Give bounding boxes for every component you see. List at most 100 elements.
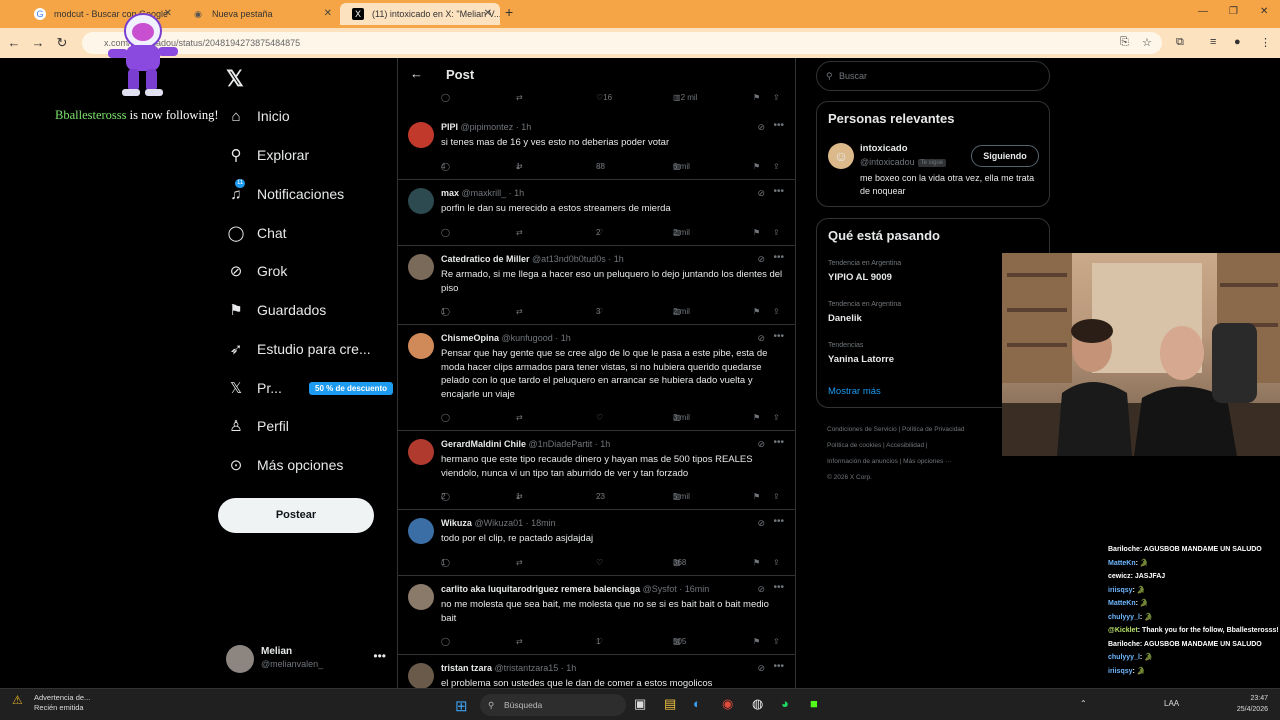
share-icon[interactable]: ⇪ xyxy=(773,93,780,102)
back-arrow-icon[interactable]: ← xyxy=(410,66,423,81)
avatar[interactable] xyxy=(408,188,434,214)
install-icon[interactable]: ⎘ xyxy=(1120,36,1129,49)
reply-icon[interactable]: ◯ xyxy=(441,93,450,102)
more-dots-icon[interactable]: ••• xyxy=(773,516,784,527)
author-name[interactable]: max xyxy=(441,188,459,198)
chat-username[interactable]: iriisqsy xyxy=(1108,587,1133,594)
grok-icon[interactable]: ⊘ xyxy=(757,663,765,674)
nav-explore[interactable]: ⚲ Explorar xyxy=(226,140,310,170)
bookmark-icon[interactable]: ⚑ xyxy=(753,558,760,567)
chrome-icon[interactable]: ◉ xyxy=(722,696,733,712)
footer-line[interactable]: Política de cookies | Accesibilidad | xyxy=(827,438,1007,454)
grok-icon[interactable]: ⊘ xyxy=(757,188,765,199)
chat-username[interactable]: iriisqsy xyxy=(1108,668,1133,675)
show-more-link[interactable]: Mostrar más xyxy=(828,386,881,397)
avatar[interactable] xyxy=(408,254,434,280)
grok-icon[interactable]: ⊘ xyxy=(757,518,765,529)
retweet-icon[interactable]: ⇄ xyxy=(516,93,523,102)
trend-item[interactable]: Yanina Latorre xyxy=(828,354,894,365)
avatar[interactable]: ☺ xyxy=(828,143,854,169)
close-icon[interactable]: ✕ xyxy=(484,3,492,25)
nav-home[interactable]: ⌂ Inicio xyxy=(226,101,289,131)
more-dots-icon[interactable]: ••• xyxy=(773,661,784,672)
avatar[interactable] xyxy=(408,518,434,544)
account-switcher[interactable]: Melian @melianvalen_ ••• xyxy=(226,643,386,675)
bookmark-icon[interactable]: ⚑ xyxy=(753,93,760,102)
bookmark-icon[interactable]: ⚑ xyxy=(753,228,760,237)
chat-username[interactable]: Bariloche xyxy=(1108,546,1140,553)
reply-tweet[interactable]: PIPI @pipimontez · 1h ⊘ ••• si tenes mas de… xyxy=(398,114,795,180)
url-input[interactable]: x.com/intoxicadou/status/204819427387548… xyxy=(82,32,1162,54)
bookmark-icon[interactable]: ⚑ xyxy=(753,413,760,422)
share-icon[interactable]: ⇪ xyxy=(773,492,780,501)
more-dots-icon[interactable]: ••• xyxy=(773,186,784,197)
more-dots-icon[interactable]: ••• xyxy=(773,437,784,448)
user-name[interactable]: intoxicado xyxy=(860,143,908,154)
kick-icon[interactable]: ■ xyxy=(810,696,818,711)
more-dots-icon[interactable]: ••• xyxy=(373,649,386,663)
chat-username[interactable]: cewicz xyxy=(1108,573,1131,580)
close-icon[interactable]: ✕ xyxy=(324,3,332,25)
share-icon[interactable]: ⇪ xyxy=(773,228,780,237)
task-view-icon[interactable]: ▣ xyxy=(634,696,646,712)
clock[interactable]: 23:47 25/4/2026 xyxy=(1212,693,1268,715)
chat-username[interactable]: @Kicklet xyxy=(1108,627,1138,634)
avatar[interactable] xyxy=(408,584,434,610)
profile-avatar-icon[interactable]: ● xyxy=(1234,36,1241,48)
more-dots-icon[interactable]: ••• xyxy=(773,582,784,593)
maximize-icon[interactable]: ❐ xyxy=(1229,6,1238,17)
nav-more[interactable]: ⊙ Más opciones xyxy=(226,450,344,480)
nav-chat[interactable]: ◯ Chat xyxy=(226,218,287,248)
like-button[interactable]: ♡ 16 xyxy=(596,93,612,102)
author-name[interactable]: ChismeOpina xyxy=(441,333,499,343)
nav-notifications[interactable]: ♫ 11 Notificaciones xyxy=(226,179,344,209)
edge-icon[interactable]: ◐ xyxy=(693,696,701,711)
menu-icon[interactable]: ⋮ xyxy=(1260,36,1271,49)
warning-notification[interactable]: ⚠ Advertencia de... Recién emitida xyxy=(12,693,90,713)
post-button[interactable]: Postear xyxy=(218,498,374,533)
chat-username[interactable]: MatteKn xyxy=(1108,560,1136,567)
chat-username[interactable]: chulyyy_l xyxy=(1108,654,1140,661)
minimize-icon[interactable]: — xyxy=(1198,6,1208,17)
following-button[interactable]: Siguiendo xyxy=(971,145,1039,167)
share-icon[interactable]: ⇪ xyxy=(773,637,780,646)
reply-tweet[interactable]: Catedratico de Miller @at13nd0b0tud0s · … xyxy=(398,246,795,325)
chat-username[interactable]: Bariloche xyxy=(1108,641,1140,648)
grok-icon[interactable]: ⊘ xyxy=(757,439,765,450)
reply-tweet[interactable]: GerardMaldini Chile @1nDiadePartit · 1h ⊘… xyxy=(398,431,795,510)
tab-new-tab[interactable]: ◉ Nueva pestaña ✕ xyxy=(180,3,340,25)
chat-username[interactable]: chulyyy_l xyxy=(1108,614,1140,621)
new-tab-button[interactable]: + xyxy=(505,4,513,20)
more-dots-icon[interactable]: ••• xyxy=(773,331,784,342)
star-icon[interactable]: ☆ xyxy=(1142,36,1152,49)
back-arrow-icon[interactable]: ← xyxy=(6,35,22,50)
nav-profile[interactable]: ♙ Perfil xyxy=(226,411,289,441)
forward-arrow-icon[interactable]: → xyxy=(30,35,46,50)
language-indicator[interactable]: LAA xyxy=(1164,699,1179,708)
reply-tweet[interactable]: max @maxkrill_ · 1h ⊘ ••• porfin le dan su … xyxy=(398,180,795,246)
bookmark-icon[interactable]: ⚑ xyxy=(753,637,760,646)
nav-bookmarks[interactable]: ⚑ Guardados xyxy=(226,295,326,325)
trend-item[interactable]: YIPIO AL 9009 xyxy=(828,272,892,283)
bookmark-icon[interactable]: ⚑ xyxy=(753,307,760,316)
media-icon[interactable]: ≡ xyxy=(1210,36,1216,48)
views-button[interactable]: ▥ 2 mil xyxy=(673,93,697,102)
grok-icon[interactable]: ⊘ xyxy=(757,122,765,133)
nav-premium[interactable]: 𝕏 Pr... 50 % de descuento xyxy=(226,373,394,403)
bookmark-icon[interactable]: ⚑ xyxy=(753,492,760,501)
search-input[interactable]: ⚲ Buscar xyxy=(816,61,1050,91)
reply-tweet[interactable]: tristan tzara @tristantzara15 · 1h ⊘ ••• el… xyxy=(398,655,795,688)
avatar[interactable] xyxy=(408,122,434,148)
taskbar-search[interactable]: ⚲ Búsqueda xyxy=(480,694,626,716)
author-name[interactable]: Wikuza xyxy=(441,518,472,528)
windows-start-icon[interactable]: ⊞ xyxy=(455,697,468,715)
author-name[interactable]: tristan tzara xyxy=(441,663,492,673)
tab-x-post[interactable]: X (11) intoxicado en X: "Melian V... ✕ xyxy=(340,3,500,25)
spotify-icon[interactable]: ◕ xyxy=(781,696,789,711)
reply-tweet[interactable]: carlito aka luquitarodriguez remera bale… xyxy=(398,576,795,655)
avatar[interactable] xyxy=(408,439,434,465)
avatar[interactable] xyxy=(408,663,434,688)
bookmark-icon[interactable]: ⚑ xyxy=(753,162,760,171)
extensions-icon[interactable]: ⧉ xyxy=(1176,36,1184,49)
close-window-icon[interactable]: ✕ xyxy=(1260,6,1268,17)
